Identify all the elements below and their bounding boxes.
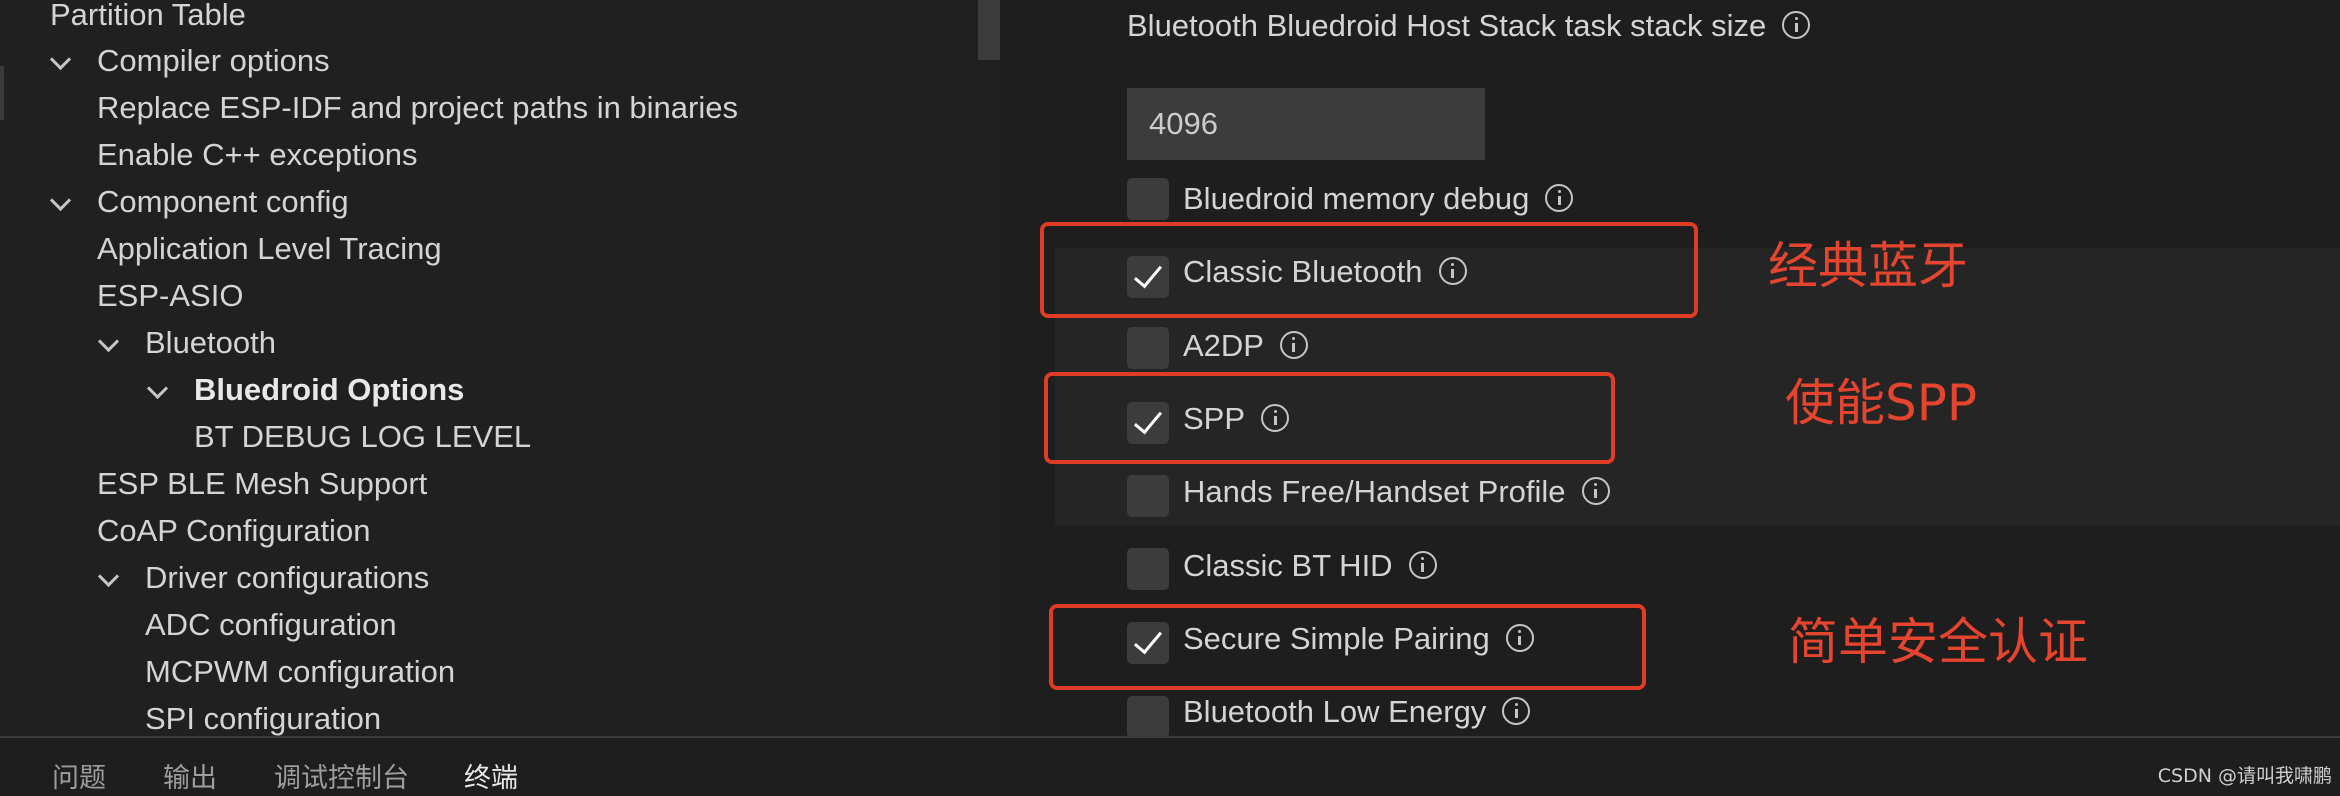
chevron-down-icon[interactable] — [97, 330, 120, 353]
tree-item-label: Application Level Tracing — [97, 231, 442, 266]
tree-item-label: Bluetooth — [145, 325, 276, 360]
tree-item-bluedroid-options[interactable]: Bluedroid Options — [194, 368, 464, 412]
bluedroid-memory-debug-checkbox[interactable] — [1127, 178, 1169, 220]
stack-size-input[interactable] — [1127, 88, 1485, 160]
tree-item-label: Enable C++ exceptions — [97, 137, 418, 172]
tab-output[interactable]: 输出 — [163, 756, 217, 795]
classic-bt-hid-checkbox[interactable] — [1127, 548, 1169, 590]
stack-size-label: Bluetooth Bluedroid Host Stack task stac… — [1127, 6, 1811, 46]
bluedroid-memory-debug-label: Bluedroid memory debug — [1183, 179, 1574, 219]
info-icon[interactable] — [1408, 550, 1437, 579]
tree-item-component-config[interactable]: Component config — [97, 180, 349, 224]
tree-item-label: ADC configuration — [145, 607, 397, 642]
tree-item-label: Component config — [97, 184, 349, 219]
tree-item-label: MCPWM configuration — [145, 654, 456, 689]
chevron-down-icon[interactable] — [49, 48, 72, 71]
annotation-text-spp: 使能SPP — [1785, 374, 1978, 432]
tree-item-compiler-options[interactable]: Compiler options — [97, 39, 330, 83]
tree-item-label: SPI configuration — [145, 701, 382, 736]
settings-tree: Partition Table Compiler options Replace… — [0, 0, 1000, 736]
info-icon[interactable] — [1581, 476, 1610, 505]
hands-free-checkbox[interactable] — [1127, 475, 1169, 517]
tree-item-label: ESP-ASIO — [97, 278, 244, 313]
annotation-box-ssp — [1049, 604, 1646, 690]
tree-item-spi-configuration[interactable]: SPI configuration — [145, 697, 381, 736]
tree-item-label: Partition Table — [50, 0, 246, 32]
tree-item-ble-mesh[interactable]: ESP BLE Mesh Support — [97, 462, 427, 506]
info-icon[interactable] — [1502, 696, 1531, 725]
tree-item-label: BT DEBUG LOG LEVEL — [194, 419, 532, 454]
annotation-text-classic-bt: 经典蓝牙 — [1768, 237, 1968, 295]
annotation-box-spp — [1044, 372, 1615, 464]
tab-problems[interactable]: 问题 — [52, 756, 106, 795]
tree-item-replace-paths[interactable]: Replace ESP-IDF and project paths in bin… — [97, 86, 738, 130]
hands-free-label: Hands Free/Handset Profile — [1183, 472, 1610, 512]
tree-item-bt-debug-log-level[interactable]: BT DEBUG LOG LEVEL — [194, 415, 531, 459]
annotation-text-ssp: 简单安全认证 — [1788, 613, 2088, 671]
tree-item-label: Bluedroid Options — [194, 372, 465, 407]
tree-item-mcpwm-configuration[interactable]: MCPWM configuration — [145, 650, 455, 694]
option-label: Bluedroid memory debug — [1183, 181, 1530, 216]
settings-editor: Bluetooth Bluedroid Host Stack task stac… — [1000, 0, 2340, 736]
tree-item-label: ESP BLE Mesh Support — [97, 466, 428, 501]
tree-item-label: Compiler options — [97, 43, 330, 78]
setting-title: Bluetooth Bluedroid Host Stack task stac… — [1127, 8, 1767, 43]
chevron-down-icon[interactable] — [146, 377, 169, 400]
tab-debug-console[interactable]: 调试控制台 — [274, 756, 409, 795]
tab-terminal[interactable]: 终端 — [464, 756, 518, 795]
option-label: A2DP — [1183, 328, 1264, 363]
tree-item-app-level-tracing[interactable]: Application Level Tracing — [97, 227, 442, 271]
bluetooth-low-energy-label: Bluetooth Low Energy — [1183, 692, 1531, 732]
tree-item-cpp-exceptions[interactable]: Enable C++ exceptions — [97, 133, 418, 177]
option-label: Bluetooth Low Energy — [1183, 694, 1487, 729]
info-icon[interactable] — [1782, 10, 1811, 39]
annotation-box-classic-bt — [1040, 222, 1698, 318]
tree-item-label: Replace ESP-IDF and project paths in bin… — [97, 90, 738, 125]
bottom-panel: 问题 输出 调试控制台 终端 CSDN @请叫我啸鹏 — [0, 736, 2340, 796]
tree-item-label: Driver configurations — [145, 560, 430, 595]
classic-bt-hid-label: Classic BT HID — [1183, 546, 1437, 586]
bluetooth-low-energy-checkbox[interactable] — [1127, 696, 1169, 736]
tree-item-coap[interactable]: CoAP Configuration — [97, 509, 370, 553]
tree-scrollbar[interactable] — [978, 0, 1000, 60]
tree-item-adc-configuration[interactable]: ADC configuration — [145, 603, 397, 647]
tree-item-esp-asio[interactable]: ESP-ASIO — [97, 274, 243, 318]
chevron-down-icon[interactable] — [97, 565, 120, 588]
a2dp-checkbox[interactable] — [1127, 327, 1169, 369]
a2dp-label: A2DP — [1183, 326, 1308, 366]
info-icon[interactable] — [1279, 330, 1308, 359]
tree-item-driver-configurations[interactable]: Driver configurations — [145, 556, 429, 600]
tree-item-bluetooth[interactable]: Bluetooth — [145, 321, 276, 365]
chevron-down-icon[interactable] — [49, 189, 72, 212]
option-label: Classic BT HID — [1183, 548, 1393, 583]
tree-focus-indicator — [0, 66, 4, 120]
tree-item-label: CoAP Configuration — [97, 513, 371, 548]
tree-item-partition-table[interactable]: Partition Table — [50, 0, 246, 37]
option-label: Hands Free/Handset Profile — [1183, 474, 1566, 509]
watermark: CSDN @请叫我啸鹏 — [2157, 765, 2332, 787]
info-icon[interactable] — [1545, 183, 1574, 212]
